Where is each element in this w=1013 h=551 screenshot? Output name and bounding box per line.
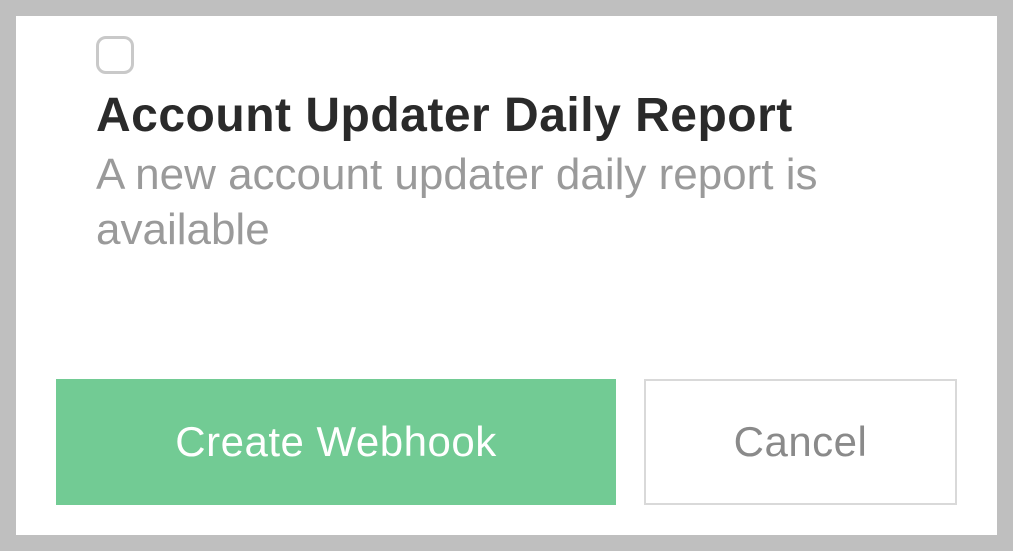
webhook-option-card: Account Updater Daily Report A new accou… [16, 16, 997, 535]
create-webhook-button[interactable]: Create Webhook [56, 379, 616, 505]
cancel-button[interactable]: Cancel [644, 379, 957, 505]
option-content: Account Updater Daily Report A new accou… [56, 36, 957, 257]
option-description: A new account updater daily report is av… [96, 147, 957, 257]
action-row: Create Webhook Cancel [56, 379, 957, 505]
option-checkbox[interactable] [96, 36, 134, 74]
option-title: Account Updater Daily Report [96, 88, 957, 143]
